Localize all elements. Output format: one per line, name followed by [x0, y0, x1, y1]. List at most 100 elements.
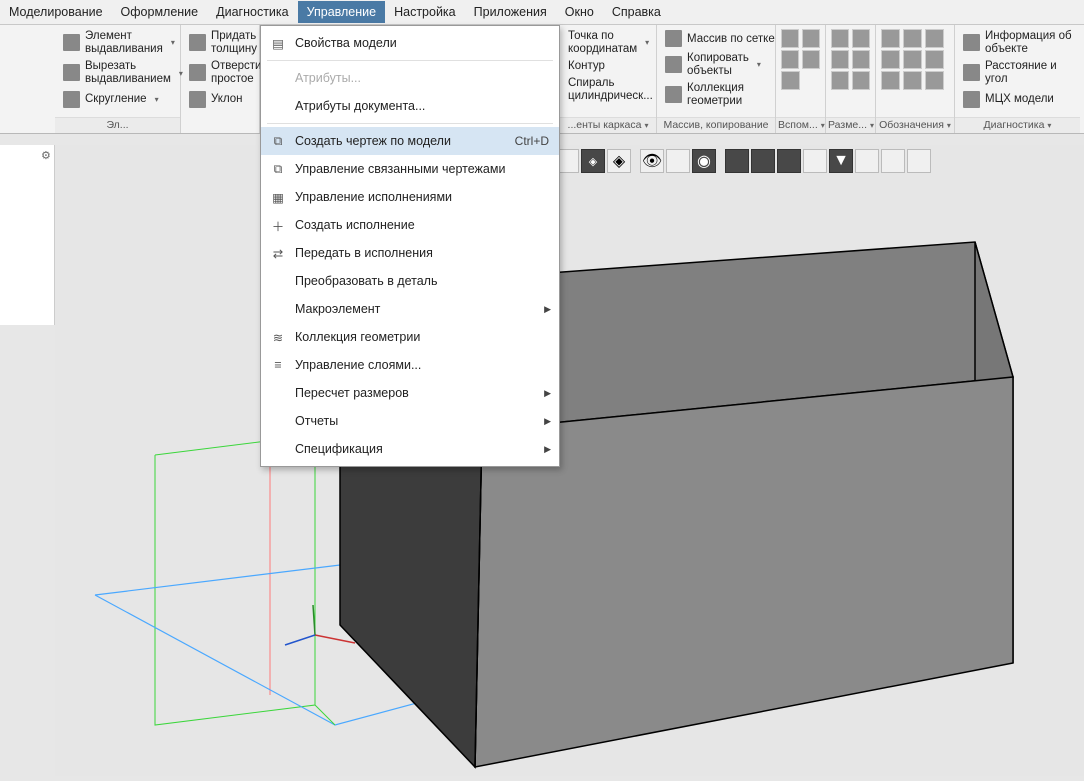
point-button[interactable]: Точка по координатам — [564, 28, 652, 57]
recalc-dims-item[interactable]: Пересчет размеров ▶ — [261, 379, 559, 407]
gear-icon[interactable]: ⚙ — [41, 149, 54, 162]
menu-design[interactable]: Оформление — [112, 1, 208, 23]
label: Создать исполнение — [295, 218, 549, 232]
dim-icon-5[interactable] — [831, 71, 849, 90]
sheet-button[interactable] — [803, 149, 827, 173]
aux-icon-2[interactable] — [802, 29, 820, 48]
picker-button[interactable] — [907, 149, 931, 173]
dim-icon-2[interactable] — [852, 29, 870, 48]
reports-item[interactable]: Отчеты ▶ — [261, 407, 559, 435]
filter-dropdown[interactable] — [855, 149, 879, 173]
label: Отчеты — [295, 414, 549, 428]
label: Свойства модели — [295, 36, 549, 50]
thicken-button[interactable]: Придать толщину — [185, 28, 255, 57]
viewport-3d[interactable] — [55, 145, 1084, 776]
annot-icon-6[interactable] — [925, 50, 944, 69]
menu-diagnostics[interactable]: Диагностика — [207, 1, 297, 23]
draft-button[interactable]: Уклон — [185, 89, 255, 110]
label: Массив по сетке — [687, 33, 775, 45]
macro-element-item[interactable]: Макроэлемент ▶ — [261, 295, 559, 323]
info-icon — [963, 34, 980, 51]
shortcut: Ctrl+D — [515, 134, 549, 148]
snap-button[interactable] — [725, 149, 749, 173]
collection-icon — [665, 86, 682, 103]
annot-icon-4[interactable] — [881, 50, 900, 69]
view-cube-button[interactable]: ◈ — [581, 149, 605, 173]
view-cube-dropdown[interactable]: ◈ — [607, 149, 631, 173]
group-title: Массив, копирование — [657, 117, 775, 133]
create-variant-item[interactable]: ＋ Создать исполнение — [261, 211, 559, 239]
convert-to-part-item[interactable]: Преобразовать в деталь — [261, 267, 559, 295]
contour-button[interactable]: Контур — [564, 58, 652, 74]
cut-icon — [63, 64, 80, 81]
tree-panel[interactable] — [0, 145, 55, 325]
mass-props-button[interactable]: МЦХ модели — [959, 89, 1076, 110]
label: Коллекция геометрии — [295, 330, 549, 344]
create-drawing-item[interactable]: ⧉ Создать чертеж по модели Ctrl+D — [261, 127, 559, 155]
label: Управление исполнениями — [295, 190, 549, 204]
annot-icon-9[interactable] — [925, 71, 944, 90]
geometry-collection-button[interactable]: Коллекция геометрии — [661, 80, 771, 109]
annot-icon-7[interactable] — [881, 71, 900, 90]
specification-item[interactable]: Спецификация ▶ — [261, 435, 559, 463]
measure-button[interactable] — [881, 149, 905, 173]
plus-icon: ＋ — [267, 216, 289, 234]
aux-icon-4[interactable] — [802, 50, 820, 69]
menu-manage[interactable]: Управление — [298, 1, 386, 23]
submenu-arrow-icon: ▶ — [544, 444, 551, 455]
annot-icon-5[interactable] — [903, 50, 922, 69]
doc-attributes-item[interactable]: Атрибуты документа... — [261, 92, 559, 120]
fillet-button[interactable]: Скругление — [59, 89, 176, 110]
camera-button[interactable]: ◉ — [692, 149, 716, 173]
fillet-icon — [63, 91, 80, 108]
dim-icon-3[interactable] — [831, 50, 849, 69]
aux-icon-3[interactable] — [781, 50, 799, 69]
menu-settings[interactable]: Настройка — [385, 1, 465, 23]
annot-icon-8[interactable] — [903, 71, 922, 90]
cut-extrude-button[interactable]: Вырезать выдавливанием — [59, 58, 176, 87]
transfer-variants-item[interactable]: ⇄ Передать в исполнения — [261, 239, 559, 267]
array-grid-button[interactable]: Массив по сетке — [661, 28, 771, 49]
annot-icon-1[interactable] — [881, 29, 900, 48]
menubar: Моделирование Оформление Диагностика Упр… — [0, 0, 1084, 25]
group-title: Диагностика — [955, 117, 1080, 133]
dim-icon-1[interactable] — [831, 29, 849, 48]
annot-icon-3[interactable] — [925, 29, 944, 48]
menu-help[interactable]: Справка — [603, 1, 670, 23]
geometry-collection-item[interactable]: ≋ Коллекция геометрии — [261, 323, 559, 351]
label: Спираль цилиндрическ... — [568, 77, 653, 102]
annot-icon-2[interactable] — [903, 29, 922, 48]
ribbon-group-shell: Придать толщину Отверстие простое Уклон — [181, 25, 260, 133]
label: Информация об объекте — [985, 30, 1072, 55]
hide-dropdown[interactable] — [666, 149, 690, 173]
group-title: Вспом... — [776, 117, 825, 133]
separator — [267, 123, 553, 124]
manage-dropdown: ▤ Свойства модели Атрибуты... Атрибуты д… — [260, 25, 560, 467]
aux-icon-1[interactable] — [781, 29, 799, 48]
label: Коллекция геометрии — [687, 82, 744, 107]
distance-angle-button[interactable]: Расстояние и угол — [959, 58, 1076, 87]
hide-button[interactable]: 👁 — [640, 149, 664, 173]
chevron-down-icon — [152, 93, 159, 105]
linked-drawings-item[interactable]: ⧉ Управление связанными чертежами — [261, 155, 559, 183]
label: Преобразовать в деталь — [295, 274, 549, 288]
hole-button[interactable]: Отверстие простое — [185, 58, 255, 87]
manage-variants-item[interactable]: ▦ Управление исполнениями — [261, 183, 559, 211]
menu-modeling[interactable]: Моделирование — [0, 1, 112, 23]
aux-icon-5[interactable] — [781, 71, 800, 90]
model-properties-item[interactable]: ▤ Свойства модели — [261, 29, 559, 57]
object-info-button[interactable]: Информация об объекте — [959, 28, 1076, 57]
extrude-button[interactable]: Элемент выдавливания — [59, 28, 176, 57]
grid-button[interactable] — [751, 149, 775, 173]
menu-window[interactable]: Окно — [556, 1, 603, 23]
label: Пересчет размеров — [295, 386, 549, 400]
spiral-button[interactable]: Спираль цилиндрическ... — [564, 75, 652, 104]
dim-icon-6[interactable] — [852, 71, 870, 90]
menu-apps[interactable]: Приложения — [465, 1, 556, 23]
label: Расстояние и угол — [985, 60, 1057, 85]
dim-icon-4[interactable] — [852, 50, 870, 69]
filter-button[interactable]: ▼ — [829, 149, 853, 173]
layers-item[interactable]: ≡ Управление слоями... — [261, 351, 559, 379]
layer-button[interactable] — [777, 149, 801, 173]
copy-objects-button[interactable]: Копировать объекты — [661, 50, 771, 79]
